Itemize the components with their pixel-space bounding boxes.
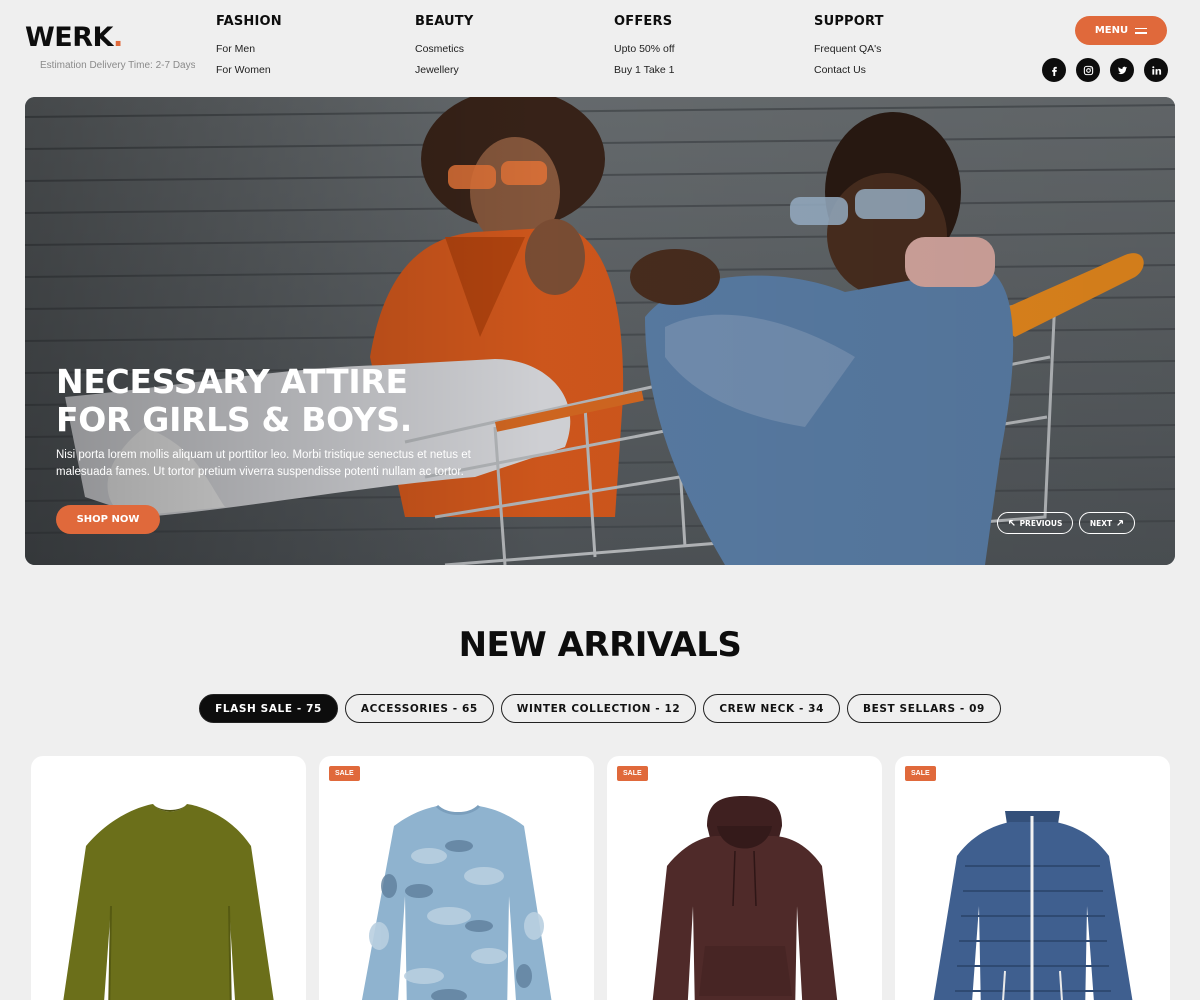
arrow-up-left-icon bbox=[1008, 519, 1015, 526]
nav-heading-offers[interactable]: OFFERS bbox=[614, 14, 675, 29]
instagram-icon[interactable] bbox=[1076, 58, 1100, 82]
product-image-puffer-jacket bbox=[933, 811, 1133, 1000]
product-card[interactable] bbox=[31, 756, 306, 1000]
nav-link-for-women[interactable]: For Women bbox=[216, 64, 282, 76]
next-button-label: NEXT bbox=[1089, 518, 1113, 528]
next-button[interactable]: NEXT bbox=[1079, 512, 1135, 534]
hero-title-line-1: NECESSARY ATTIRE bbox=[56, 362, 408, 401]
menu-button[interactable]: MENU bbox=[1075, 16, 1167, 45]
hero-title: NECESSARY ATTIRE FOR GIRLS & BOYS. bbox=[56, 363, 412, 439]
previous-button[interactable]: PREVIOUS bbox=[997, 512, 1073, 534]
nav-column-support: SUPPORT Frequent QA's Contact Us bbox=[814, 14, 884, 85]
delivery-time-text: Estimation Delivery Time: 2-7 Days bbox=[40, 60, 195, 71]
tab-crew-neck[interactable]: CREW NECK - 34 bbox=[703, 694, 840, 723]
hero-image bbox=[25, 97, 1175, 565]
arrow-up-right-icon bbox=[1117, 519, 1124, 526]
nav-link-cosmetics[interactable]: Cosmetics bbox=[415, 43, 474, 55]
shop-now-button[interactable]: SHOP NOW bbox=[56, 505, 160, 534]
nav-column-beauty: BEAUTY Cosmetics Jewellery bbox=[415, 14, 474, 85]
social-links bbox=[1042, 58, 1168, 82]
tab-best-sellars[interactable]: BEST SELLARS - 09 bbox=[847, 694, 1001, 723]
menu-button-label: MENU bbox=[1094, 25, 1129, 36]
previous-button-label: PREVIOUS bbox=[1019, 518, 1063, 528]
product-card[interactable]: SALE bbox=[607, 756, 882, 1000]
product-grid: SALE SALE SALE bbox=[31, 756, 1170, 1000]
product-card[interactable]: SALE bbox=[895, 756, 1170, 1000]
nav-heading-beauty[interactable]: BEAUTY bbox=[415, 14, 474, 29]
twitter-icon[interactable] bbox=[1110, 58, 1134, 82]
product-image-camo-shirt bbox=[361, 804, 552, 1000]
hero-description: Nisi porta lorem mollis aliquam ut portt… bbox=[56, 449, 471, 478]
nav-link-jewellery[interactable]: Jewellery bbox=[415, 64, 474, 76]
logo-text: WERK bbox=[25, 22, 113, 53]
nav-heading-support[interactable]: SUPPORT bbox=[814, 14, 884, 29]
nav-link-upto-50-off[interactable]: Upto 50% off bbox=[614, 43, 675, 55]
tab-winter-collection[interactable]: WINTER COLLECTION - 12 bbox=[500, 694, 697, 723]
nav-link-contact-us[interactable]: Contact Us bbox=[814, 64, 884, 76]
linkedin-icon[interactable] bbox=[1144, 58, 1168, 82]
hamburger-icon bbox=[1135, 27, 1148, 34]
category-tabs: FLASH SALE - 75 ACCESSORIES - 65 WINTER … bbox=[0, 694, 1200, 723]
facebook-icon[interactable] bbox=[1042, 58, 1066, 82]
nav-heading-fashion[interactable]: FASHION bbox=[216, 14, 282, 29]
tab-accessories[interactable]: ACCESSORIES - 65 bbox=[344, 694, 494, 723]
tab-flash-sale[interactable]: FLASH SALE - 75 bbox=[199, 694, 338, 723]
product-card[interactable]: SALE bbox=[319, 756, 594, 1000]
nav-link-frequent-qa[interactable]: Frequent QA's bbox=[814, 43, 884, 55]
section-title-new-arrivals: NEW ARRIVALS bbox=[458, 625, 742, 665]
hero-title-line-2: FOR GIRLS & BOYS. bbox=[56, 400, 412, 439]
nav-link-for-men[interactable]: For Men bbox=[216, 43, 282, 55]
logo-dot: . bbox=[112, 22, 123, 53]
product-image-brown-hoodie bbox=[652, 796, 838, 1000]
hero-banner: NECESSARY ATTIRE FOR GIRLS & BOYS. Nisi … bbox=[25, 97, 1175, 565]
logo[interactable]: WERK. bbox=[25, 22, 123, 53]
nav-column-offers: OFFERS Upto 50% off Buy 1 Take 1 bbox=[614, 14, 675, 85]
nav-column-fashion: FASHION For Men For Women bbox=[216, 14, 282, 85]
product-image-olive-sweater bbox=[63, 804, 274, 1000]
nav-link-buy-1-take-1[interactable]: Buy 1 Take 1 bbox=[614, 64, 675, 76]
